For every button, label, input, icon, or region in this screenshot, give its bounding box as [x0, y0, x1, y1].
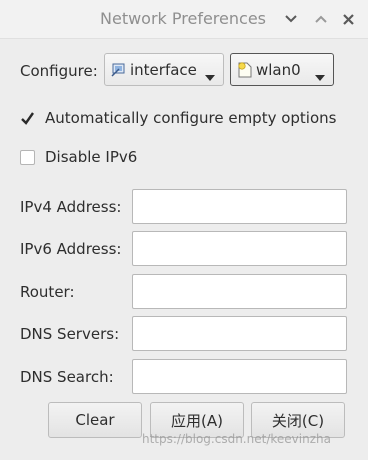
disable-ipv6-checkbox[interactable] — [20, 149, 35, 165]
device-icon — [237, 61, 253, 79]
checkmark-icon — [21, 111, 34, 125]
ipv6-address-field[interactable] — [132, 231, 347, 266]
clear-button[interactable]: Clear — [48, 402, 142, 438]
maximize-button[interactable] — [310, 7, 332, 31]
dns-search-label: DNS Search: — [20, 368, 114, 386]
auto-configure-checkbox[interactable] — [20, 111, 35, 126]
network-interface-icon — [111, 62, 127, 78]
configure-type-value: interface — [130, 60, 197, 79]
disable-ipv6-option[interactable]: Disable IPv6 — [20, 148, 137, 166]
dns-servers-label: DNS Servers: — [20, 325, 120, 343]
watermark-text: https://blog.csdn.net/keevinzha — [142, 432, 331, 446]
dropdown-arrow-icon — [315, 67, 325, 85]
close-icon — [342, 13, 354, 25]
minimize-button[interactable] — [280, 7, 302, 31]
chevron-up-icon — [315, 15, 327, 23]
auto-configure-option[interactable]: Automatically configure empty options — [20, 109, 336, 127]
router-label: Router: — [20, 283, 75, 301]
dns-servers-field[interactable] — [132, 316, 347, 351]
configure-label: Configure: — [20, 62, 98, 80]
ipv4-address-field[interactable] — [132, 189, 347, 224]
window-title: Network Preferences — [100, 9, 266, 28]
ipv6-address-label: IPv6 Address: — [20, 240, 122, 258]
ipv4-address-label: IPv4 Address: — [20, 198, 122, 216]
configure-device-dropdown[interactable]: wlan0 — [230, 53, 334, 86]
chevron-down-icon — [285, 15, 297, 23]
dropdown-arrow-icon — [205, 67, 215, 85]
auto-configure-label: Automatically configure empty options — [45, 109, 337, 127]
dns-search-field[interactable] — [132, 359, 347, 394]
router-field[interactable] — [132, 274, 347, 309]
configure-device-value: wlan0 — [256, 60, 301, 79]
title-bar: Network Preferences — [0, 0, 368, 39]
configure-type-dropdown[interactable]: interface — [104, 53, 224, 86]
close-window-button[interactable] — [337, 7, 359, 31]
disable-ipv6-label: Disable IPv6 — [45, 148, 138, 166]
